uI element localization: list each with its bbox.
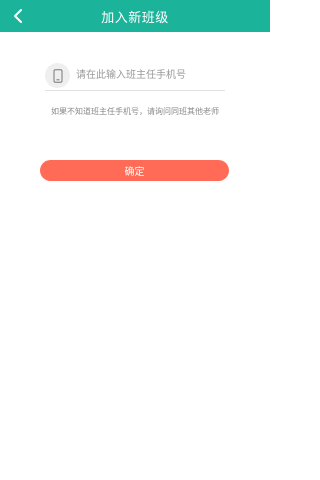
page-title: 加入新班级 [101,10,169,26]
back-button[interactable] [6,0,30,32]
chevron-left-icon [14,9,22,23]
app-header: 加入新班级 [0,0,270,32]
phone-field-row [45,61,225,91]
teacher-phone-input[interactable] [76,65,221,86]
mobile-phone-icon [45,63,70,88]
confirm-button[interactable]: 确定 [40,160,229,181]
phone-hint-text: 如果不知道班主任手机号，请询问同班其他老师 [51,107,219,116]
